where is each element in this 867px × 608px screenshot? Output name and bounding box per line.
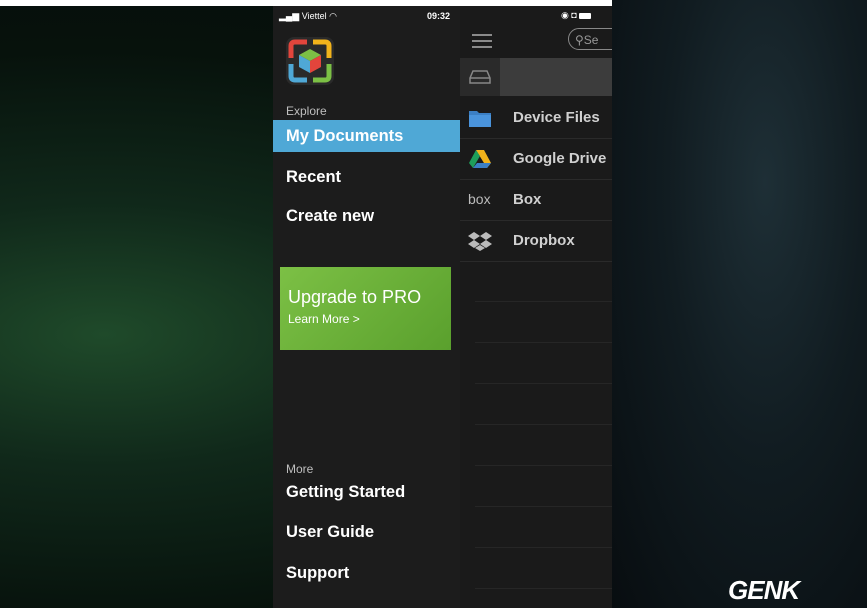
location-label: Box bbox=[513, 191, 542, 208]
nav-user-guide-label: User Guide bbox=[286, 523, 375, 541]
location-label: Dropbox bbox=[513, 232, 575, 249]
upgrade-pro-banner[interactable]: Upgrade to PRO Learn More > bbox=[280, 267, 451, 350]
folder-icon bbox=[469, 111, 491, 127]
more-section-label: More bbox=[286, 462, 314, 476]
divider bbox=[475, 547, 612, 548]
nav-getting-started[interactable]: Getting Started bbox=[273, 476, 460, 508]
storage-cell bbox=[460, 58, 500, 96]
nav-my-documents-label: My Documents bbox=[286, 127, 404, 145]
divider bbox=[475, 465, 612, 466]
storage-header-row[interactable] bbox=[460, 58, 612, 96]
app-logo-icon bbox=[286, 37, 334, 85]
nav-support[interactable]: Support bbox=[273, 557, 460, 589]
alarm-icon: ◘ bbox=[571, 10, 577, 20]
menu-icon[interactable] bbox=[472, 34, 492, 48]
search-placeholder: Se bbox=[583, 33, 599, 47]
box-icon: box bbox=[468, 191, 491, 207]
dropbox-icon bbox=[468, 232, 492, 251]
signal-icon: ▂▄▆ bbox=[279, 11, 300, 21]
carrier-label: ▂▄▆ Viettel ◠ bbox=[279, 11, 337, 21]
learn-more-link[interactable]: Learn More > bbox=[288, 312, 443, 326]
status-time: 09:32 bbox=[427, 11, 451, 21]
status-icons: ◉ ◘ bbox=[561, 10, 592, 21]
phone-screen: ▂▄▆ Viettel ◠ 09:32 Explore My Documents… bbox=[273, 6, 612, 608]
search-input[interactable]: ⚲Se bbox=[568, 28, 612, 50]
location-google-drive[interactable]: Google Drive bbox=[460, 139, 612, 180]
divider bbox=[475, 588, 612, 589]
hard-drive-icon bbox=[469, 70, 491, 84]
promo-title: Upgrade to PRO bbox=[288, 287, 422, 307]
location-box[interactable]: box Box bbox=[460, 180, 612, 221]
nav-user-guide[interactable]: User Guide bbox=[273, 516, 460, 548]
background-right bbox=[612, 0, 867, 608]
search-icon: ⚲ bbox=[575, 33, 584, 47]
divider bbox=[475, 506, 612, 507]
nav-support-label: Support bbox=[286, 564, 350, 582]
google-drive-icon bbox=[469, 150, 491, 168]
explore-section-label: Explore bbox=[286, 104, 327, 118]
nav-create-new[interactable]: Create new bbox=[273, 200, 460, 232]
location-icon: ◉ bbox=[561, 10, 569, 20]
battery-icon bbox=[579, 12, 592, 19]
navigation-drawer: ▂▄▆ Viettel ◠ 09:32 Explore My Documents… bbox=[273, 6, 460, 608]
nav-my-documents[interactable]: My Documents bbox=[273, 120, 460, 152]
divider bbox=[475, 342, 612, 343]
location-label: Google Drive bbox=[513, 150, 607, 167]
toolbar: ⚲Se bbox=[460, 26, 612, 56]
location-device-files[interactable]: Device Files bbox=[460, 98, 612, 139]
divider bbox=[475, 301, 612, 302]
nav-create-new-label: Create new bbox=[286, 207, 375, 225]
divider bbox=[475, 424, 612, 425]
file-locations-panel: ◉ ◘ ⚲Se Device Files Google Drive box Bo… bbox=[460, 6, 612, 608]
divider bbox=[475, 383, 612, 384]
location-label: Device Files bbox=[513, 109, 600, 126]
genk-watermark-logo: GENK bbox=[728, 575, 800, 605]
nav-getting-started-label: Getting Started bbox=[286, 483, 406, 501]
nav-recent-label: Recent bbox=[286, 168, 342, 186]
wifi-icon: ◠ bbox=[329, 11, 337, 21]
location-dropbox[interactable]: Dropbox bbox=[460, 221, 612, 262]
nav-recent[interactable]: Recent bbox=[273, 161, 460, 193]
